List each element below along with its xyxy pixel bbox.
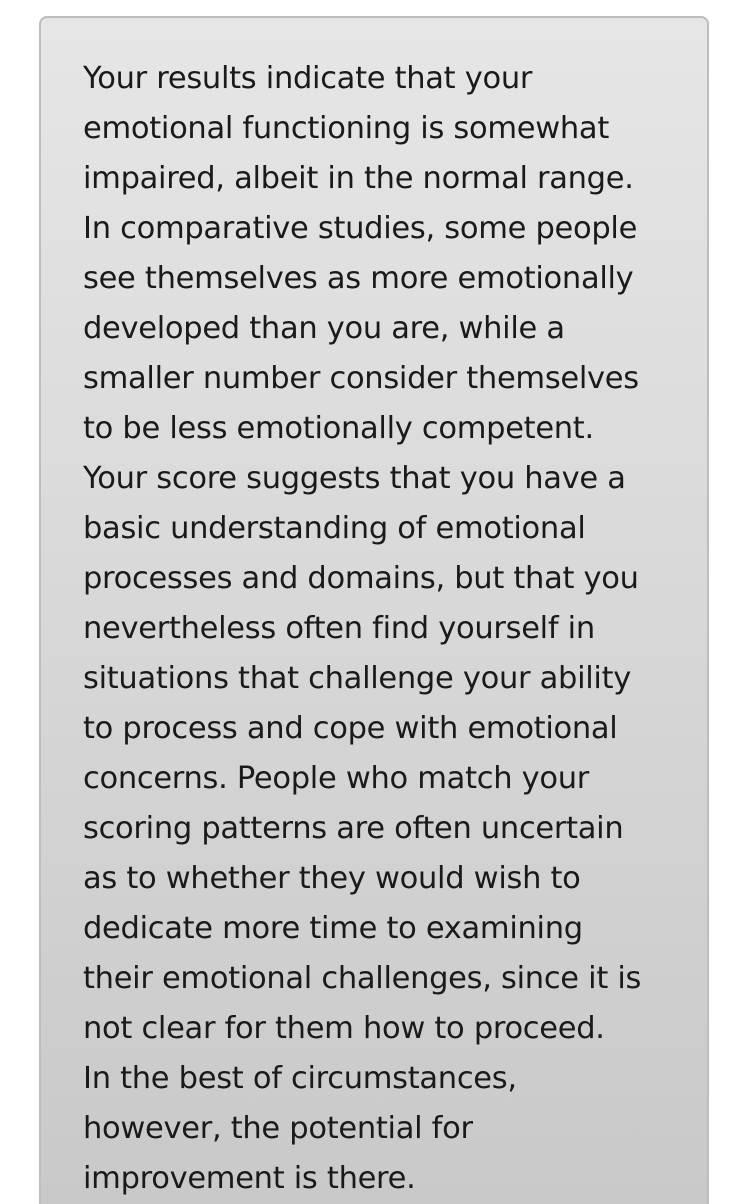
result-description: Your results indicate that your emotiona… (83, 61, 642, 1196)
result-card: Your results indicate that your emotiona… (39, 16, 709, 1204)
